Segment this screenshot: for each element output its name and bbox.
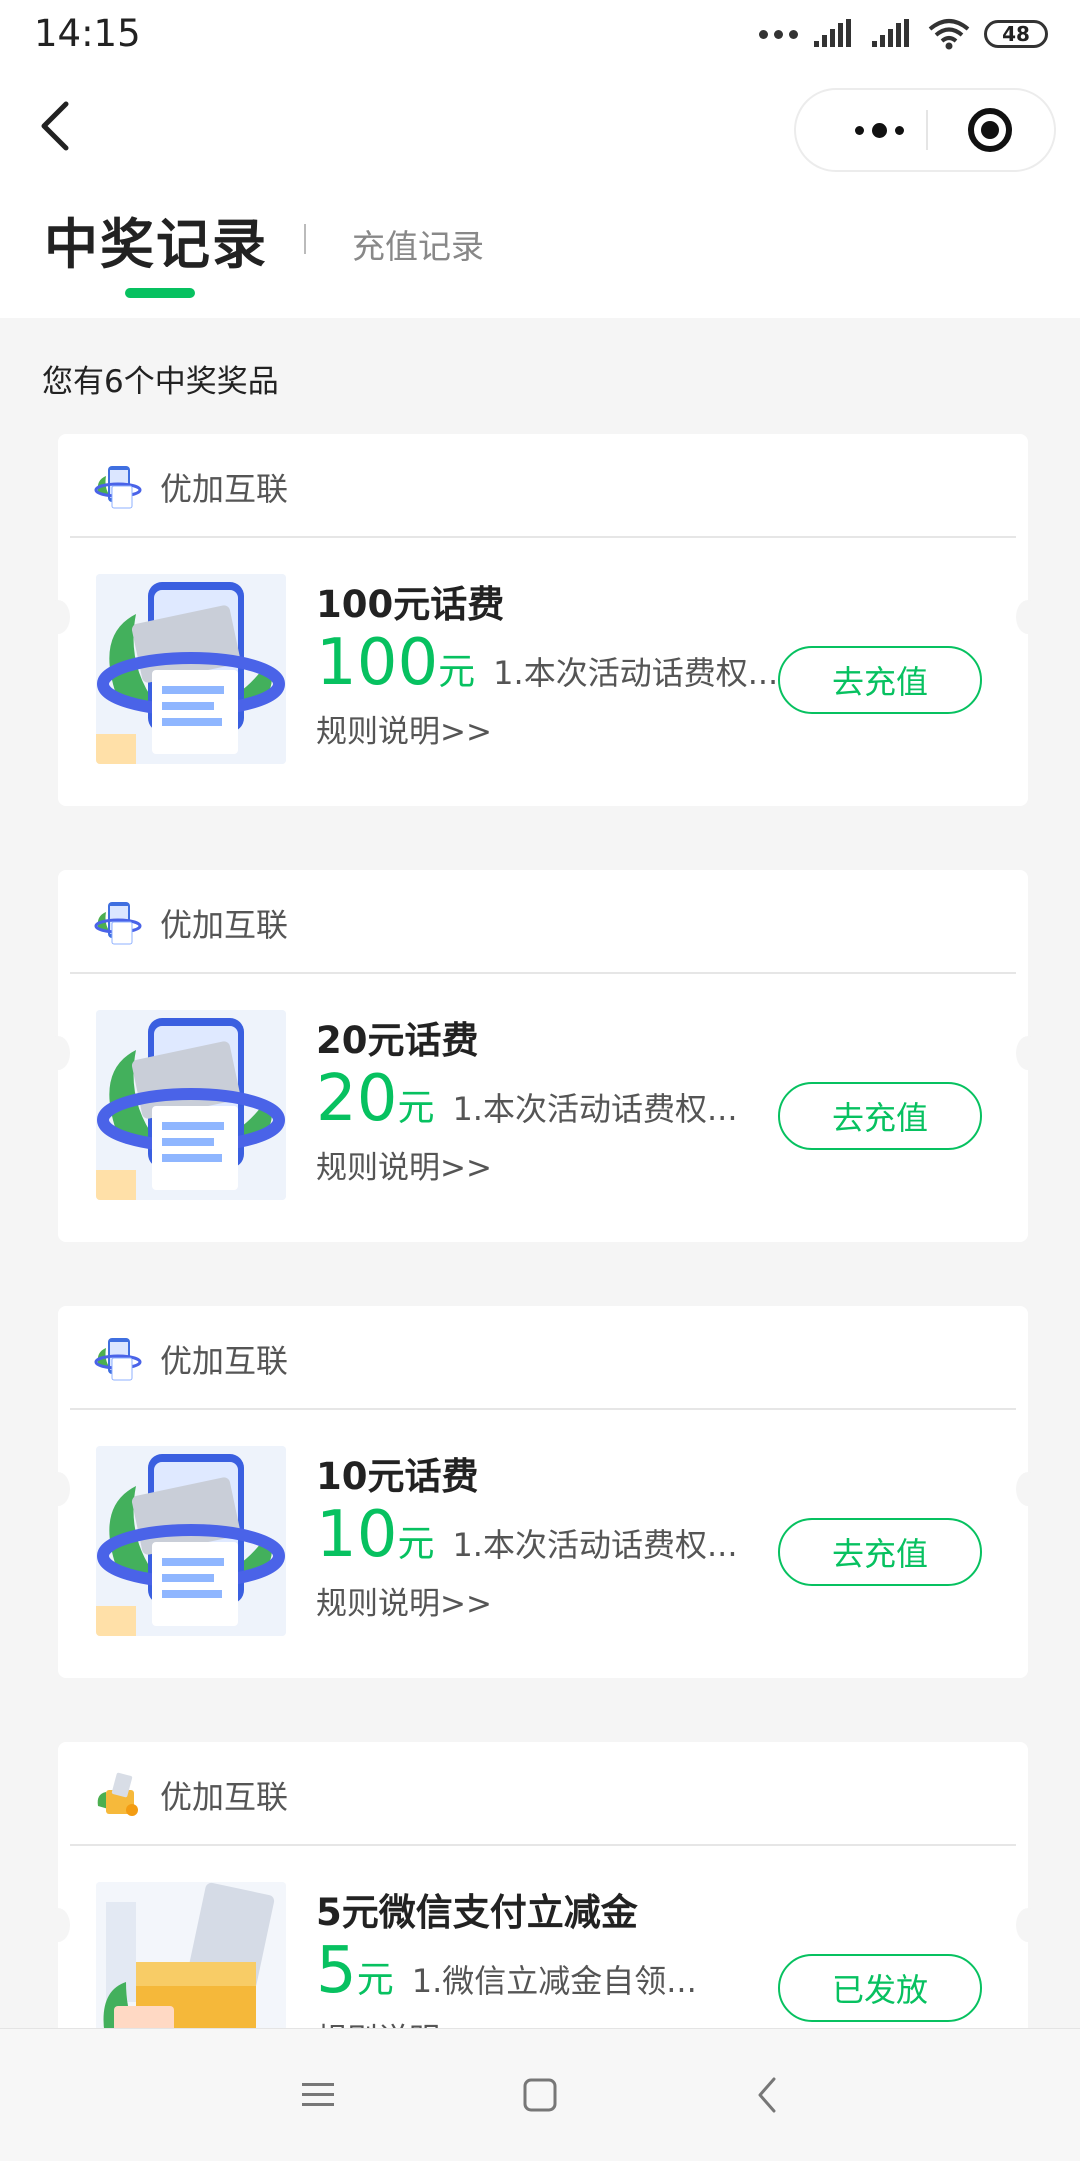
signal-icon	[814, 19, 851, 47]
header-area: 14:15 48 中奖记录 充值记录	[0, 0, 1080, 318]
card-notch	[1016, 600, 1040, 634]
tab-divider	[304, 224, 306, 254]
capsule-divider	[926, 110, 928, 150]
recharge-button[interactable]: 去充值	[778, 1082, 982, 1150]
prize-description: 1.本次活动话费权...	[493, 654, 779, 692]
tab-prize-records[interactable]: 中奖记录	[44, 200, 268, 279]
recharge-button[interactable]: 去充值	[778, 1518, 982, 1586]
amount-value: 100	[316, 626, 439, 700]
prize-description: 1.本次活动话费权...	[452, 1526, 738, 1564]
card-notch	[46, 1472, 70, 1506]
back-icon[interactable]	[28, 96, 88, 156]
prize-amount: 10 元 1.本次活动话费权...	[316, 1500, 738, 1570]
card-notch	[46, 1908, 70, 1942]
card-notch	[1016, 1036, 1040, 1070]
phone-bill-card-image	[96, 1010, 286, 1200]
merchant-logo-icon	[94, 466, 142, 509]
more-dots-icon[interactable]	[834, 90, 924, 170]
active-tab-indicator	[125, 288, 195, 298]
amount-value: 5	[316, 1934, 357, 2008]
prize-card: 优加互联 10元话费 10 元 1.本次活动话费权... 规则说明>> 去充值	[46, 1306, 1040, 1678]
battery-icon: 48	[984, 20, 1048, 48]
tab-recharge-records[interactable]: 充值记录	[352, 220, 484, 268]
card-divider	[70, 972, 1016, 974]
prize-title: 5元微信支付立减金	[316, 1891, 638, 1934]
status-icons: 48	[759, 14, 1048, 54]
system-navigation-bar	[0, 2028, 1080, 2161]
card-divider	[70, 536, 1016, 538]
square-home-icon[interactable]	[516, 2071, 564, 2119]
card-notch	[1016, 1908, 1040, 1942]
mini-program-capsule	[794, 88, 1056, 172]
amount-unit: 元	[397, 1522, 435, 1565]
amount-value: 20	[316, 1062, 398, 1136]
phone-bill-card-image	[96, 574, 286, 764]
amount-unit: 元	[397, 1086, 435, 1129]
merchant-name: 优加互联	[160, 906, 289, 944]
prize-card: 优加互联 100元话费 100 元 1.本次活动话费权... 规则说明>> 去充…	[46, 434, 1040, 806]
menu-icon[interactable]	[294, 2071, 342, 2119]
amount-unit: 元	[438, 650, 476, 693]
triangle-back-icon[interactable]	[744, 2071, 792, 2119]
card-header: 优加互联	[58, 1306, 1028, 1406]
issued-button[interactable]: 已发放	[778, 1954, 982, 2022]
card-notch	[46, 1036, 70, 1070]
nav-bar	[0, 80, 1080, 180]
merchant-logo-icon	[97, 1772, 138, 1816]
target-circle-icon[interactable]	[968, 108, 1012, 152]
tab-bar: 中奖记录 充值记录	[0, 200, 1080, 310]
wifi-icon	[928, 19, 970, 50]
status-bar: 14:15 48	[0, 0, 1080, 70]
prize-amount: 100 元 1.本次活动话费权...	[316, 628, 778, 698]
rules-link[interactable]: 规则说明>>	[316, 706, 492, 751]
card-divider	[70, 1408, 1016, 1410]
card-header: 优加互联	[58, 1742, 1028, 1842]
rules-link[interactable]: 规则说明>>	[316, 1578, 492, 1623]
prize-title: 20元话费	[316, 1019, 479, 1062]
signal-icon-2	[872, 19, 909, 47]
prize-count-text: 您有6个中奖奖品	[42, 364, 279, 400]
card-divider	[70, 1844, 1016, 1846]
phone-bill-card-image	[96, 1446, 286, 1636]
card-header: 优加互联	[58, 434, 1028, 534]
card-header: 优加互联	[58, 870, 1028, 970]
card-notch	[1016, 1472, 1040, 1506]
prize-card: 优加互联 20元话费 20 元 1.本次活动话费权... 规则说明>> 去充值	[46, 870, 1040, 1242]
merchant-name: 优加互联	[160, 1342, 289, 1380]
prize-amount: 20 元 1.本次活动话费权...	[316, 1064, 738, 1134]
merchant-name: 优加互联	[160, 1778, 289, 1816]
prize-title: 100元话费	[316, 583, 505, 626]
more-notifications-icon	[759, 29, 798, 39]
amount-unit: 元	[356, 1958, 394, 2001]
prize-amount: 5 元 1.微信立减金自领...	[316, 1936, 697, 2006]
amount-value: 10	[316, 1498, 398, 1572]
merchant-name: 优加互联	[160, 470, 289, 508]
card-notch	[46, 600, 70, 634]
status-time: 14:15	[34, 12, 141, 55]
merchant-logo-icon	[94, 1338, 142, 1381]
prize-description: 1.微信立减金自领...	[411, 1962, 697, 2000]
prize-title: 10元话费	[316, 1455, 479, 1498]
prize-description: 1.本次活动话费权...	[452, 1090, 738, 1128]
recharge-button[interactable]: 去充值	[778, 646, 982, 714]
merchant-logo-icon	[94, 902, 142, 945]
rules-link[interactable]: 规则说明>>	[316, 1142, 492, 1187]
